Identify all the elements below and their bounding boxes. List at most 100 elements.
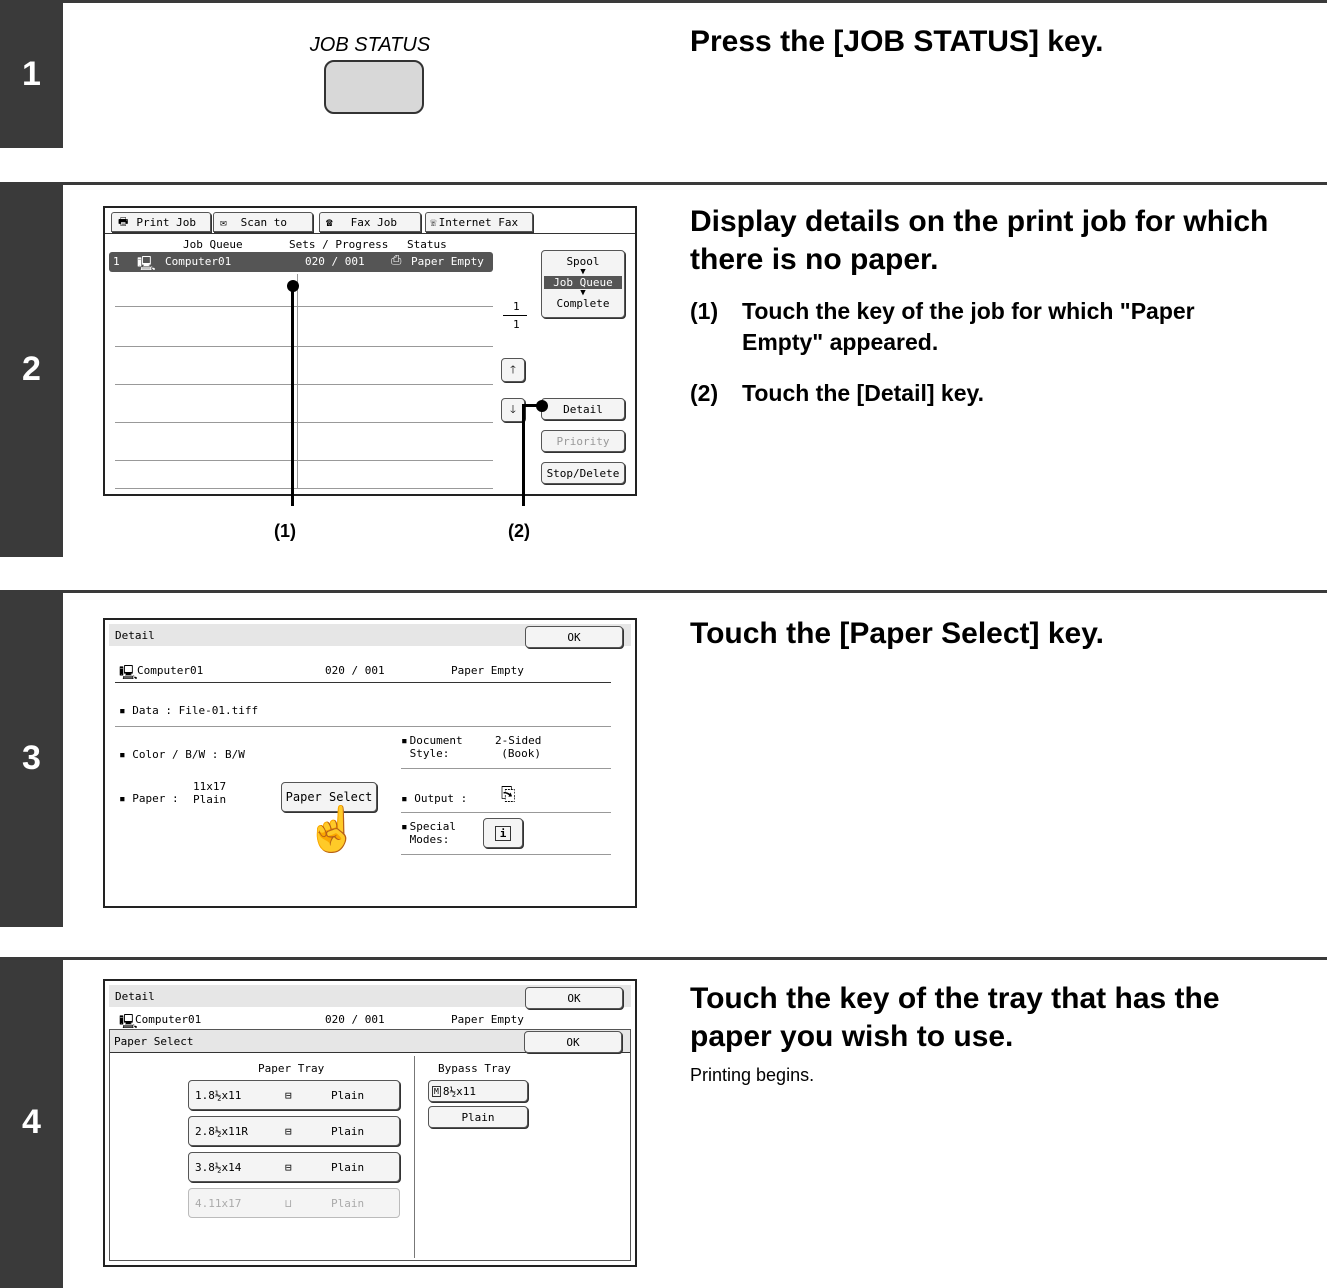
row-index: 1 (113, 255, 120, 268)
substep-text: Touch the [Detail] key. (742, 380, 984, 406)
panel-ok-button[interactable]: OK (524, 1031, 622, 1053)
output-label: ▪ Output : (401, 792, 468, 805)
bypass-size-button[interactable]: M 8½x11 (428, 1080, 528, 1102)
job-name: Computer01 (135, 1013, 202, 1026)
job-status-key[interactable] (324, 60, 424, 114)
substep-1: (1) Touch the key of the job for which "… (690, 296, 1320, 360)
substep-line2: Empty" appeared. (742, 329, 939, 355)
tray-type: Plain (331, 1124, 365, 1138)
computer-icon: 🖳 (137, 256, 156, 272)
divider (401, 854, 611, 855)
arrow-up-icon: 🡑 (510, 362, 516, 376)
job-sets: 020 / 001 (325, 1013, 385, 1026)
step-divider (0, 590, 1327, 593)
divider (115, 726, 611, 727)
tab-internet-fax[interactable]: ☏ Internet Fax (425, 212, 533, 232)
tray-2-button[interactable]: 2.8½x11R ⊟ Plain (188, 1116, 400, 1146)
tray-type: Plain (331, 1088, 365, 1102)
tab-label: Print Job (136, 215, 196, 229)
step-divider (0, 182, 1327, 185)
row-divider (115, 306, 493, 307)
page-current: 1 (513, 300, 520, 313)
paper-tray-header: Paper Tray (258, 1062, 325, 1075)
special-modes-label: ▪ Special Modes: (401, 820, 456, 846)
paper-label-text: Paper : (132, 792, 179, 805)
tab-bar-baseline (105, 233, 635, 234)
stop-delete-button[interactable]: Stop/Delete (541, 462, 625, 484)
paper-select-screen: Detail OK 🖳 Computer01 020 / 001 Paper E… (103, 979, 637, 1267)
mode-complete: Complete (556, 297, 610, 310)
step-heading-line1: Touch the key of the tray that has the (690, 982, 1220, 1015)
callout-1-line (291, 286, 294, 506)
panel-title: Paper Select (114, 1035, 194, 1048)
scan-icon: ✉ (220, 215, 227, 229)
paper-select-panel: Paper Select OK Paper Tray Bypass Tray 1… (109, 1029, 631, 1261)
arrow-down-icon: ▼ (580, 288, 586, 298)
detail-button[interactable]: Detail (541, 398, 625, 420)
row-sets: 020 / 001 (305, 255, 365, 268)
substep-number: (1) (690, 298, 719, 324)
paper-size: 11x17 (193, 780, 227, 793)
column-header-status: Status (407, 238, 447, 251)
row-divider (115, 460, 493, 461)
tab-label: Scan to (240, 215, 287, 229)
fax-icon: ☎ (326, 215, 333, 229)
job-status: Paper Empty (451, 1013, 524, 1026)
tray-3-button[interactable]: 3.8½x14 ⊟ Plain (188, 1152, 400, 1182)
tray-type: Plain (331, 1196, 365, 1210)
paper-stack-icon: ⊟ (285, 1124, 292, 1138)
job-sets: 020 / 001 (325, 664, 385, 677)
scroll-up-button[interactable]: 🡑 (501, 358, 525, 382)
tab-print-job[interactable]: 🖶 Print Job (111, 212, 211, 232)
row-divider (115, 384, 493, 385)
screen-title: Detail (115, 990, 155, 1003)
step-heading-line1: Display details on the print job for whi… (690, 205, 1269, 238)
callout-2-line (522, 404, 525, 506)
special-label-2: Modes: (409, 833, 450, 846)
row-divider (115, 422, 493, 423)
tab-label: Internet Fax (438, 215, 519, 229)
paper-empty-icon: ⎙ (391, 253, 402, 268)
job-row-selected[interactable]: 1 🖳 Computer01 020 / 001 ⎙ Paper Empty (109, 252, 493, 272)
doc-style-value-2: (Book) (501, 747, 542, 760)
ok-button[interactable]: OK (525, 626, 623, 648)
column-divider (297, 274, 298, 488)
substep-number: (2) (690, 380, 719, 406)
tray-4-button[interactable]: 4.11x17 ⊔ Plain (188, 1188, 400, 1218)
tab-fax-job[interactable]: ☎ Fax Job (319, 212, 421, 232)
internet-fax-icon: ☏ (430, 215, 437, 229)
tab-scan-to[interactable]: ✉ Scan to (213, 212, 313, 232)
info-icon: i (494, 825, 512, 841)
bypass-type-button[interactable]: Plain (428, 1106, 528, 1128)
step-heading: Touch the [Paper Select] key. (690, 617, 1105, 650)
special-modes-info-button[interactable]: i (483, 818, 523, 848)
step-divider (0, 0, 1327, 3)
paper-value: 11x17 Plain (193, 780, 226, 806)
divider (401, 812, 611, 813)
tray-id: 4.11x17 (195, 1196, 242, 1210)
job-status-screen: 🖶 Print Job ✉ Scan to ☎ Fax Job ☏ Internet F… (103, 206, 637, 496)
color-label: ▪ Color / B/W : B/W (119, 748, 245, 761)
tray-1-button[interactable]: 1.8½x11 ⊟ Plain (188, 1080, 400, 1110)
doc-style-value-1: 2-Sided (495, 734, 542, 747)
document-style-value: 2-Sided (Book) (495, 734, 541, 760)
data-label-text: Data : File-01.tiff (132, 704, 259, 717)
priority-button[interactable]: Priority (541, 430, 625, 452)
hand-pointer-icon: ☝ (305, 805, 360, 854)
step-divider (0, 957, 1327, 960)
ok-button[interactable]: OK (525, 987, 623, 1009)
step-number: 4 (0, 957, 63, 1288)
document-style-label: ▪ Document Style: (401, 734, 463, 760)
step-1: 1 JOB STATUS Press the [JOB STATUS] key. (0, 0, 1327, 148)
paper-stack-icon: ⊟ (285, 1160, 292, 1174)
tab-label: Fax Job (350, 215, 397, 229)
arrow-down-icon: ▼ (580, 267, 586, 277)
row-job-name: Computer01 (165, 255, 232, 268)
step-heading-line2: paper you wish to use. (690, 1020, 1014, 1053)
column-header-job-queue: Job Queue (183, 238, 243, 251)
detail-screen: Detail OK 🖳 Computer01 020 / 001 Paper E… (103, 618, 637, 908)
bypass-tray-icon: M (432, 1085, 441, 1097)
step-heading-line2: there is no paper. (690, 243, 939, 276)
mode-selector[interactable]: Spool ▼ Job Queue ▼ Complete (541, 250, 625, 318)
step-heading: Press the [JOB STATUS] key. (690, 25, 1104, 58)
